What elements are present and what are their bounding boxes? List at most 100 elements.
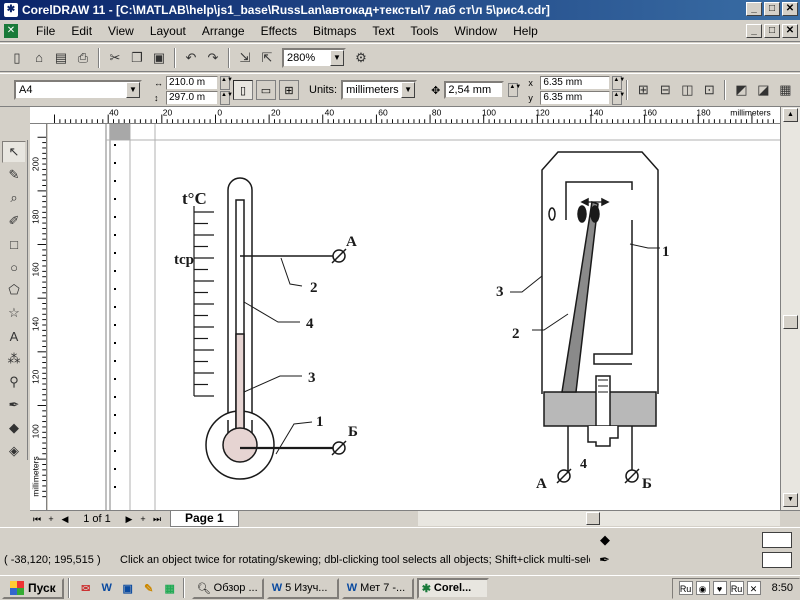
desktop-icon[interactable]: ▣ bbox=[119, 579, 137, 597]
zoom-level-combo[interactable]: 280% ▼ bbox=[282, 47, 346, 68]
chevron-down-icon[interactable]: ▼ bbox=[126, 82, 140, 98]
draw-objects-icon[interactable]: ◪ bbox=[752, 79, 774, 101]
drawing-canvas[interactable]: t°C tcp А Б 2 4 3 1 1 3 2 4 А Б bbox=[48, 124, 780, 510]
save-icon[interactable]: ▤ bbox=[50, 47, 72, 69]
menu-window[interactable]: Window bbox=[446, 24, 505, 38]
menu-edit[interactable]: Edit bbox=[63, 24, 100, 38]
application-launcher-icon[interactable]: ⚙ bbox=[350, 47, 372, 69]
duplicate-x-input[interactable]: 6.35 mm bbox=[540, 75, 611, 90]
height-spinner[interactable]: ▲▼ bbox=[220, 90, 233, 105]
snap-to-guidelines-icon[interactable]: ⊟ bbox=[654, 79, 676, 101]
task-explorer[interactable]: 🔍︎ Обзор ... bbox=[191, 577, 264, 599]
task-coreldraw[interactable]: ✱ Corel... bbox=[416, 577, 489, 599]
tray-app-icon[interactable]: ♥ bbox=[712, 581, 727, 595]
maximize-button[interactable]: □ bbox=[764, 2, 780, 16]
lang-indicator-2[interactable]: Ru bbox=[729, 581, 744, 595]
document-icon[interactable]: ✕ bbox=[4, 23, 18, 38]
portrait-button[interactable]: ▯ bbox=[233, 80, 253, 100]
ellipse-tool-icon[interactable]: ○ bbox=[2, 256, 26, 278]
tray-app-icon[interactable]: ◉ bbox=[695, 581, 710, 595]
interactive-blend-tool-icon[interactable]: ⁂ bbox=[2, 348, 26, 370]
set-default-page-button[interactable]: ⊞ bbox=[279, 80, 299, 100]
horizontal-ruler[interactable]: 40 20 0 20 40 60 80 100 120 140 160 180 … bbox=[30, 107, 800, 124]
export-icon[interactable]: ⇱ bbox=[256, 47, 278, 69]
fill-tool-icon[interactable]: ◆ bbox=[2, 417, 26, 439]
doc-restore-button[interactable]: □ bbox=[764, 24, 780, 38]
horizontal-scrollbar[interactable] bbox=[418, 510, 780, 526]
shape-tool-icon[interactable]: ✎ bbox=[2, 164, 26, 186]
treat-as-filled-icon[interactable]: ◩ bbox=[730, 79, 752, 101]
interactive-fill-tool-icon[interactable]: ◈ bbox=[2, 440, 26, 462]
open-icon[interactable]: ⌂ bbox=[28, 47, 50, 69]
paper-height-input[interactable]: 297.0 m bbox=[166, 90, 218, 105]
import-icon[interactable]: ⇲ bbox=[234, 47, 256, 69]
text-tool-icon[interactable]: A bbox=[2, 325, 26, 347]
dup-x-spinner[interactable]: ▲▼ bbox=[612, 75, 625, 90]
page-tab-1[interactable]: Page 1 bbox=[170, 510, 239, 527]
copy-icon[interactable]: ❐ bbox=[126, 47, 148, 69]
notepad-icon[interactable]: ✎ bbox=[140, 579, 158, 597]
menu-arrange[interactable]: Arrange bbox=[194, 24, 253, 38]
vertical-scroll-thumb[interactable] bbox=[783, 315, 798, 329]
menu-help[interactable]: Help bbox=[505, 24, 546, 38]
zoom-tool-icon[interactable]: ⌕ bbox=[2, 187, 26, 209]
print-icon[interactable]: ⎙ bbox=[72, 47, 94, 69]
menu-file[interactable]: File bbox=[28, 24, 63, 38]
basic-shapes-tool-icon[interactable]: ☆ bbox=[2, 302, 26, 324]
task-word-2[interactable]: W Мет 7 -... bbox=[341, 577, 414, 599]
calculator-icon[interactable]: ▦ bbox=[161, 579, 179, 597]
pick-tool-icon[interactable]: ↖ bbox=[2, 141, 26, 163]
first-page-icon[interactable]: ⏮ bbox=[30, 512, 44, 526]
eyedropper-tool-icon[interactable]: ⚲ bbox=[2, 371, 26, 393]
new-icon[interactable]: ▯ bbox=[6, 47, 28, 69]
lang-indicator-1[interactable]: Ru bbox=[678, 581, 693, 595]
dup-y-spinner[interactable]: ▲▼ bbox=[612, 90, 625, 105]
next-page-icon[interactable]: ▶ bbox=[122, 512, 136, 526]
cut-icon[interactable]: ✂ bbox=[104, 47, 126, 69]
add-page-before-icon[interactable]: + bbox=[44, 512, 58, 526]
last-page-icon[interactable]: ⏭ bbox=[150, 512, 164, 526]
chevron-down-icon[interactable]: ▼ bbox=[330, 49, 344, 66]
prev-page-icon[interactable]: ◀ bbox=[58, 512, 72, 526]
undo-icon[interactable]: ↶ bbox=[180, 47, 202, 69]
scroll-up-arrow-icon[interactable]: ▲ bbox=[783, 108, 798, 122]
nudge-offset-input[interactable]: 2,54 mm bbox=[444, 81, 505, 99]
rectangle-tool-icon[interactable]: □ bbox=[2, 233, 26, 255]
snap-to-grid-icon[interactable]: ⊞ bbox=[632, 79, 654, 101]
units-combo[interactable]: millimeters ▼ bbox=[341, 80, 418, 100]
word-icon[interactable]: W bbox=[98, 579, 116, 597]
snap-to-objects-icon[interactable]: ◫ bbox=[676, 79, 698, 101]
vertical-scrollbar[interactable]: ▲ ▼ bbox=[780, 107, 800, 510]
minimize-button[interactable]: _ bbox=[746, 2, 762, 16]
start-button[interactable]: Пуск bbox=[2, 577, 64, 599]
width-spinner[interactable]: ▲▼ bbox=[220, 75, 233, 90]
tray-app-icon[interactable]: ✕ bbox=[746, 581, 761, 595]
menu-text[interactable]: Text bbox=[364, 24, 402, 38]
chevron-down-icon[interactable]: ▼ bbox=[401, 82, 416, 98]
doc-minimize-button[interactable]: _ bbox=[746, 24, 762, 38]
paste-icon[interactable]: ▣ bbox=[148, 47, 170, 69]
nudge-spinner[interactable]: ▲▼ bbox=[508, 83, 521, 97]
duplicate-y-input[interactable]: 6.35 mm bbox=[540, 90, 611, 105]
coreldraw-app-icon[interactable]: ✱ bbox=[4, 3, 18, 17]
outline-color-swatch[interactable] bbox=[762, 552, 792, 568]
vertical-ruler[interactable]: 200 180 160 140 120 100 millimeters bbox=[30, 124, 47, 510]
task-word-1[interactable]: W 5 Изуч... bbox=[266, 577, 339, 599]
freehand-tool-icon[interactable]: ✐ bbox=[2, 210, 26, 232]
landscape-button[interactable]: ▭ bbox=[256, 80, 276, 100]
menu-view[interactable]: View bbox=[100, 24, 142, 38]
paper-width-input[interactable]: 210.0 m bbox=[166, 75, 218, 90]
horizontal-scroll-thumb[interactable] bbox=[586, 512, 600, 525]
options-icon[interactable]: ▦ bbox=[774, 79, 796, 101]
bimetal-device[interactable] bbox=[510, 151, 660, 484]
menu-bitmaps[interactable]: Bitmaps bbox=[305, 24, 364, 38]
doc-close-button[interactable]: ✕ bbox=[782, 24, 798, 38]
menu-layout[interactable]: Layout bbox=[142, 24, 194, 38]
thermometer[interactable] bbox=[193, 177, 347, 480]
close-button[interactable]: ✕ bbox=[782, 2, 798, 16]
paper-type-combo[interactable]: A4 ▼ bbox=[14, 80, 142, 100]
fill-color-swatch[interactable] bbox=[762, 532, 792, 548]
outline-tool-icon[interactable]: ✒ bbox=[2, 394, 26, 416]
add-page-after-icon[interactable]: + bbox=[136, 512, 150, 526]
dynamic-guides-icon[interactable]: ⊡ bbox=[698, 79, 720, 101]
